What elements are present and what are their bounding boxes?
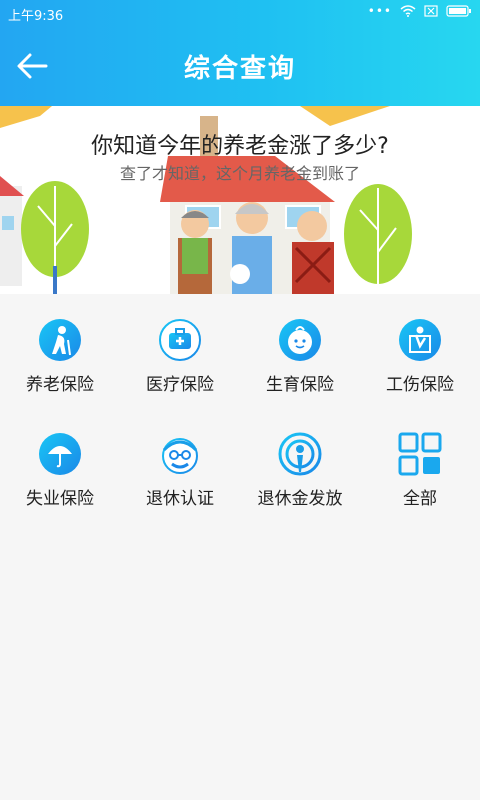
pension-payment-item[interactable]: 退休金发放 — [240, 432, 360, 546]
item-label: 养老保险 — [26, 375, 94, 395]
baby-face-icon — [278, 318, 322, 362]
wifi-icon — [400, 5, 416, 17]
grid-icon — [398, 432, 442, 476]
elderly-icon — [38, 318, 82, 362]
item-label: 失业保险 — [26, 489, 94, 509]
maternity-insurance-item[interactable]: 生育保险 — [240, 318, 360, 432]
unemployment-insurance-item[interactable]: 失业保险 — [0, 432, 120, 546]
status-icons: ••• — [368, 4, 472, 18]
medical-insurance-item[interactable]: 医疗保险 — [120, 318, 240, 432]
item-label: 工伤保险 — [386, 375, 454, 395]
header: 上午9:36 ••• 综合查询 — [0, 0, 480, 106]
elder-glasses-icon — [158, 432, 202, 476]
broadcast-icon — [278, 432, 322, 476]
injury-icon — [398, 318, 442, 362]
status-time: 上午9:36 — [8, 9, 64, 24]
item-label: 医疗保险 — [146, 375, 214, 395]
service-row: 失业保险 退休认证 退休金发放 全部 — [0, 432, 480, 546]
more-dots-icon: ••• — [367, 4, 392, 18]
nav-bar: 综合查询 — [0, 28, 480, 106]
pension-banner[interactable]: 你知道今年的养老金涨了多少? 查了才知道，这个月养老金到账了 — [0, 106, 480, 294]
sim-off-icon — [424, 5, 438, 17]
umbrella-icon — [38, 432, 82, 476]
item-label: 生育保险 — [266, 375, 334, 395]
banner-title: 你知道今年的养老金涨了多少? — [91, 134, 389, 159]
page-title: 综合查询 — [183, 54, 296, 84]
injury-insurance-item[interactable]: 工伤保险 — [360, 318, 480, 432]
service-grid: 养老保险 医疗保险 生育保险 工伤保险 失业保险 退休认证 退休金发放 全部 — [0, 318, 480, 546]
status-bar: 上午9:36 ••• — [0, 0, 480, 28]
battery-icon — [446, 5, 471, 17]
medical-kit-icon — [158, 318, 202, 362]
banner-subtitle: 查了才知道，这个月养老金到账了 — [119, 164, 360, 183]
pension-insurance-item[interactable]: 养老保险 — [0, 318, 120, 432]
retirement-auth-item[interactable]: 退休认证 — [120, 432, 240, 546]
item-label: 全部 — [403, 489, 437, 509]
service-row: 养老保险 医疗保险 生育保险 工伤保险 — [0, 318, 480, 432]
item-label: 退休金发放 — [257, 489, 343, 509]
item-label: 退休认证 — [146, 489, 214, 509]
all-services-item[interactable]: 全部 — [360, 432, 480, 546]
